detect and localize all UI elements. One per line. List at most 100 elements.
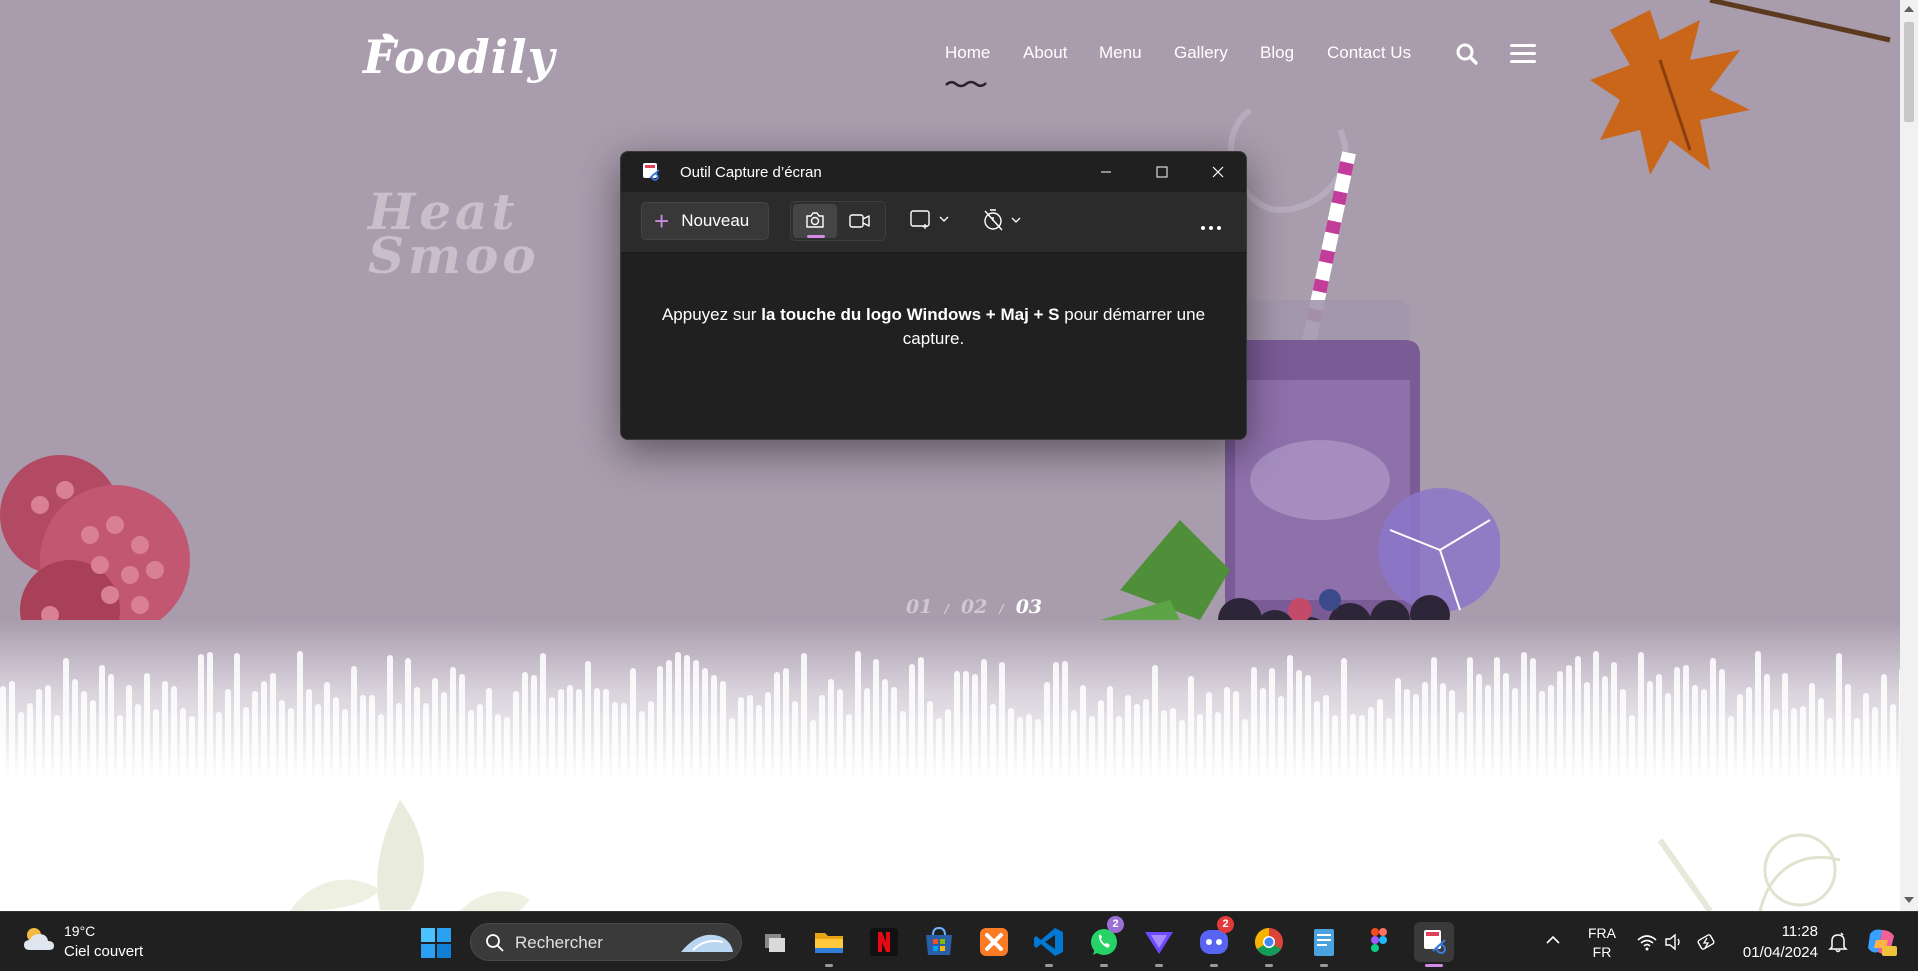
volume-icon[interactable] [1663,932,1685,952]
maximize-button[interactable] [1134,152,1190,192]
frost-streak [1872,707,1878,780]
frost-streak [1242,719,1248,780]
nav-menu[interactable]: Menu [1099,43,1142,63]
weather-description[interactable]: Ciel couvert [64,943,143,960]
frost-streak [54,715,60,780]
frost-streak [351,666,357,780]
frost-streak [819,695,825,780]
input-language[interactable]: FRA [1586,925,1618,941]
frost-streak [1521,652,1527,780]
netflix-icon[interactable] [866,924,902,960]
frost-streak [486,688,492,780]
frost-streak [72,679,78,780]
video-icon[interactable] [849,213,871,229]
frost-streak [135,704,141,780]
frost-streak [1350,714,1356,780]
task-view-icon[interactable] [757,924,793,960]
more-icon [1201,226,1221,230]
frost-streak [1827,718,1833,780]
scroll-down-icon[interactable] [1904,897,1914,903]
frost-streak [450,667,456,780]
cloudy-weather-icon[interactable] [22,924,56,954]
frost-streak [1278,696,1284,780]
clock-date[interactable]: 01/04/2024 [1732,944,1818,961]
scroll-up-icon[interactable] [1904,6,1914,12]
frost-streak [1377,699,1383,780]
new-snip-label: Nouveau [681,211,750,230]
frost-streak [1233,691,1239,780]
slide-number[interactable]: 02 [961,596,987,618]
frost-streak [441,692,447,780]
nav-contact-us[interactable]: Contact Us [1327,43,1411,63]
xampp-icon[interactable] [976,924,1012,960]
taskbar-search-input[interactable]: Rechercher [470,923,742,961]
frost-streak [810,720,816,780]
figma-icon[interactable] [1361,924,1397,960]
frost-streak [927,701,933,780]
notification-bell-icon[interactable] [1827,931,1849,953]
wifi-icon[interactable] [1636,932,1658,952]
scroll-thumb[interactable] [1904,22,1914,122]
frost-streak [1548,685,1554,780]
discord-notification-badge: 2 [1217,916,1234,933]
frost-streak [1098,700,1104,780]
file-explorer-icon[interactable] [811,924,847,960]
frost-streak [477,704,483,780]
frost-streak [936,718,942,780]
frost-streak [954,671,960,780]
whatsapp-notification-badge: 2 [1107,916,1124,933]
proton-vpn-icon[interactable] [1141,924,1177,960]
frost-streak [1593,651,1599,780]
frost-streak [288,708,294,780]
weather-temperature[interactable]: 19°C [64,923,95,939]
title-bar[interactable]: Outil Capture d’écran [621,152,1246,192]
nav-gallery[interactable]: Gallery [1174,43,1228,63]
battery-charging-icon[interactable] [1696,932,1718,952]
frost-streak [1836,653,1842,780]
frost-streak [1323,695,1329,780]
frost-streak [1611,662,1617,780]
frost-streak [1809,683,1815,780]
hamburger-menu-icon[interactable] [1510,44,1536,64]
slide-number[interactable]: 01 [906,596,932,618]
vscode-icon[interactable] [1031,924,1067,960]
frost-streak [1800,706,1806,780]
frost-streak [828,679,834,780]
search-icon[interactable] [1456,43,1478,65]
slide-number-active[interactable]: 03 [1016,596,1042,618]
keyboard-layout[interactable]: FR [1586,944,1618,960]
copilot-icon[interactable] [1864,926,1898,958]
frost-streak [981,659,987,780]
frost-streak [1395,678,1401,780]
close-button[interactable] [1190,152,1246,192]
frost-streak [1026,714,1032,780]
nav-about[interactable]: About [1023,43,1067,63]
snipping-tool-taskbar-icon[interactable] [1414,922,1454,962]
screenshot-mode-button[interactable] [793,204,837,238]
more-options-button[interactable] [1200,218,1222,236]
frost-streak [198,654,204,780]
frost-streak [108,674,114,780]
notepad-icon[interactable] [1306,924,1342,960]
microsoft-store-icon[interactable] [921,924,957,960]
frost-streak [1719,669,1725,780]
frost-streak [945,709,951,780]
nav-blog[interactable]: Blog [1260,43,1294,63]
show-hidden-icons-chevron-icon[interactable] [1545,933,1561,947]
frost-streak [999,662,1005,780]
new-snip-button[interactable]: + Nouveau [641,202,769,240]
snip-shape-dropdown[interactable] [910,209,950,236]
frost-streak [1782,673,1788,780]
frost-streak [1584,682,1590,780]
frost-streak [621,703,627,780]
frost-streak [657,666,663,780]
minimize-button[interactable] [1078,152,1134,192]
page-scrollbar[interactable] [1900,0,1918,911]
chrome-icon[interactable] [1251,924,1287,960]
clock-time[interactable]: 11:28 [1740,923,1818,940]
nav-home[interactable]: Home [945,43,990,63]
timer-dropdown[interactable] [982,208,1022,237]
frost-streak [279,700,285,780]
search-placeholder: Rechercher [515,933,603,952]
windows-start-icon[interactable] [420,927,452,959]
